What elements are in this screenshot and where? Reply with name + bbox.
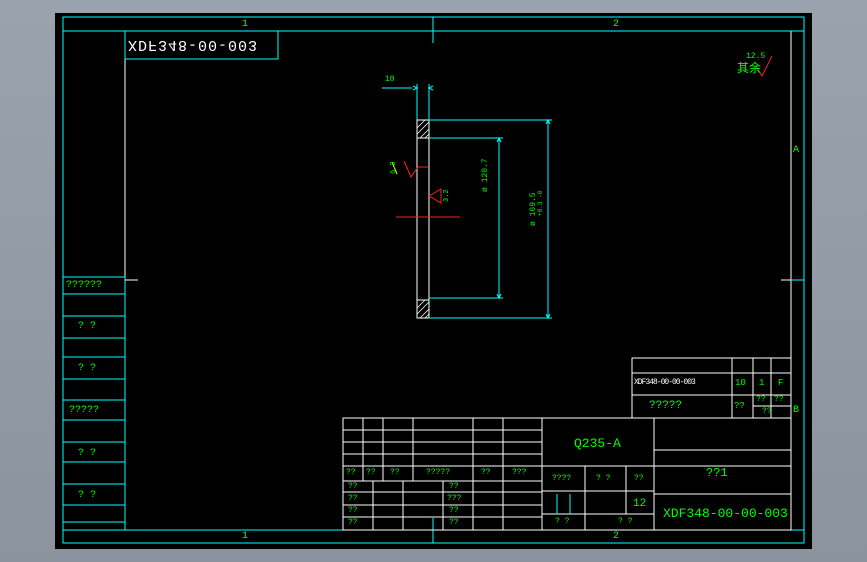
zone-marker-top-2: 2: [613, 19, 620, 30]
parts-list-c1: ??: [734, 401, 745, 411]
parts-list-count: 1: [759, 378, 765, 388]
title-scale: 12: [633, 498, 647, 510]
sheet-cell-1: ? ?: [618, 517, 633, 526]
title-material: Q235-A: [574, 436, 621, 451]
left-stamp-0: ??????: [66, 280, 103, 291]
rev-cell-4: ??: [481, 468, 491, 477]
sign-row-0-a: ??: [348, 482, 358, 491]
stage-cell-0: ????: [552, 474, 572, 483]
left-stamp-3: ?????: [69, 405, 100, 416]
title-drawing-number: XDF348-00-00-003: [663, 506, 788, 521]
stage-cell-2: ??: [634, 474, 644, 483]
cad-drawing-canvas[interactable]: 1 2 1 2 A B XDF348-00-003 其余 12.5 10 ø 1…: [55, 13, 812, 549]
rev-cell-2: ??: [390, 468, 400, 477]
title-part-name: ??1: [706, 466, 728, 480]
zone-marker-bottom-1: 1: [242, 531, 249, 542]
left-stamp-4: ? ?: [78, 448, 97, 459]
parts-list-c4: ??: [762, 407, 772, 416]
inner-frame: [124, 30, 792, 531]
parts-list-c3: ??: [774, 395, 784, 404]
sheet-cell-0: ? ?: [555, 517, 570, 526]
sign-row-1-a: ??: [348, 494, 358, 503]
left-stamp-2: ? ?: [78, 363, 97, 374]
parts-list-qty: 10: [735, 378, 746, 388]
zone-marker-top-1: 1: [242, 19, 249, 30]
surface-finish-label: 其余: [737, 61, 762, 75]
zone-marker-right-a: A: [793, 145, 800, 156]
roughness-value-2: 3.2: [443, 189, 451, 202]
rev-cell-5: ???: [512, 468, 527, 477]
sign-row-2-a: ??: [348, 506, 358, 515]
dim-outer-tolerance: +0.3 -0: [537, 190, 544, 216]
dim-thickness: 10: [385, 75, 395, 84]
zone-marker-right-b: B: [793, 405, 800, 416]
sign-row-3-a: ??: [348, 518, 358, 527]
zone-marker-bottom-2: 2: [613, 531, 620, 542]
rev-cell-0: ??: [346, 468, 356, 477]
roughness-value-1: 6.3: [390, 161, 398, 174]
dim-inner-diameter: ø 120.7: [481, 158, 490, 192]
parts-list-name: ?????: [649, 400, 683, 412]
rev-cell-1: ??: [366, 468, 376, 477]
sign-row-0-b: ??: [449, 482, 459, 491]
outer-frame: [62, 16, 805, 544]
left-stamp-1: ? ?: [78, 321, 97, 332]
sign-row-2-b: ??: [449, 506, 459, 515]
surface-finish-value: 12.5: [746, 52, 766, 61]
left-stamp-5: ? ?: [78, 490, 97, 501]
rev-cell-3: ?????: [426, 468, 451, 477]
parts-list-code: XDF348-00-00-003: [634, 378, 696, 387]
reverse-drawing-code: XDF348-00-003: [128, 36, 259, 53]
parts-list-c2: ??: [756, 395, 766, 404]
sign-row-1-b: ???: [447, 494, 462, 503]
parts-list-mark: F: [778, 378, 784, 388]
sign-row-3-b: ??: [449, 518, 459, 527]
stage-cell-1: ? ?: [596, 474, 611, 483]
